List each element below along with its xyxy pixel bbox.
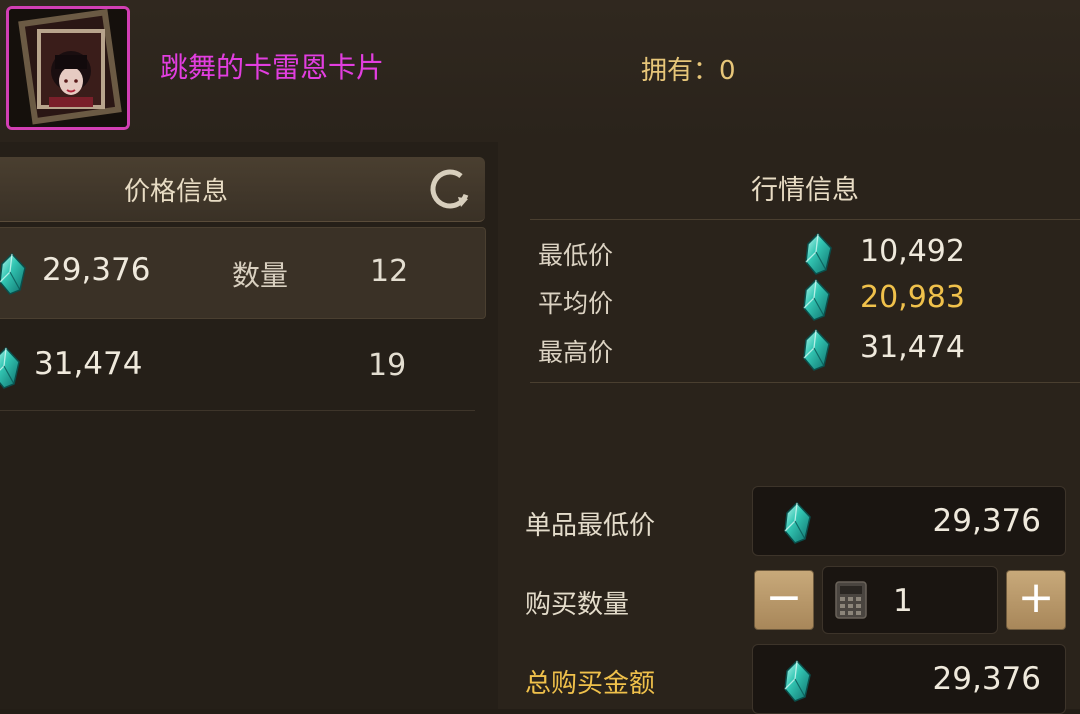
listing-row[interactable]: 29,376 数量 12: [0, 227, 486, 319]
calculator-icon[interactable]: [835, 581, 867, 619]
market-info-title: 行情信息: [751, 175, 859, 206]
min-price-value: 10,492: [860, 234, 965, 269]
item-name: 跳舞的卡雷恩卡片: [160, 51, 385, 84]
listing-quantity: 12: [370, 254, 409, 289]
listing-price: 31,474: [34, 346, 143, 382]
gem-icon: [0, 252, 28, 296]
divider: [530, 219, 1080, 220]
total-price-value: 29,376: [932, 661, 1041, 697]
item-card-icon[interactable]: [6, 6, 130, 130]
avg-price-label: 平均价: [538, 289, 614, 318]
gem-icon: [0, 346, 22, 390]
listing-row[interactable]: 31,474 19: [0, 320, 475, 411]
listing-price: 29,376: [42, 252, 151, 288]
gem-icon: [802, 232, 834, 276]
unit-price-label: 单品最低价: [525, 511, 656, 541]
gem-icon: [800, 328, 832, 372]
quantity-label: 购买数量: [525, 590, 630, 620]
quantity-value: 1: [893, 583, 913, 619]
increase-quantity-button[interactable]: +: [1006, 570, 1066, 630]
gem-icon: [800, 278, 832, 322]
unit-price-value: 29,376: [932, 503, 1041, 539]
gem-icon: [781, 501, 813, 545]
max-price-label: 最高价: [538, 338, 614, 367]
total-price-label: 总购买金额: [525, 669, 656, 699]
item-header: 跳舞的卡雷恩卡片 拥有：0: [0, 0, 1080, 142]
min-price-label: 最低价: [538, 241, 614, 270]
unit-price-field: 29,376: [752, 486, 1066, 556]
refresh-icon[interactable]: [428, 167, 472, 211]
max-price-value: 31,474: [860, 330, 965, 365]
listing-quantity: 19: [368, 348, 407, 383]
price-info-header: 价格信息: [0, 157, 485, 222]
price-info-title: 价格信息: [123, 177, 228, 207]
total-price-field: 29,376: [752, 644, 1066, 714]
divider: [530, 382, 1080, 383]
avg-price-value: 20,983: [860, 280, 965, 315]
quantity-label: 数量: [232, 259, 289, 292]
decrease-quantity-button[interactable]: −: [754, 570, 814, 630]
gem-icon: [781, 659, 813, 703]
quantity-input[interactable]: 1: [822, 566, 998, 634]
owned-count: 拥有：0: [641, 56, 736, 86]
